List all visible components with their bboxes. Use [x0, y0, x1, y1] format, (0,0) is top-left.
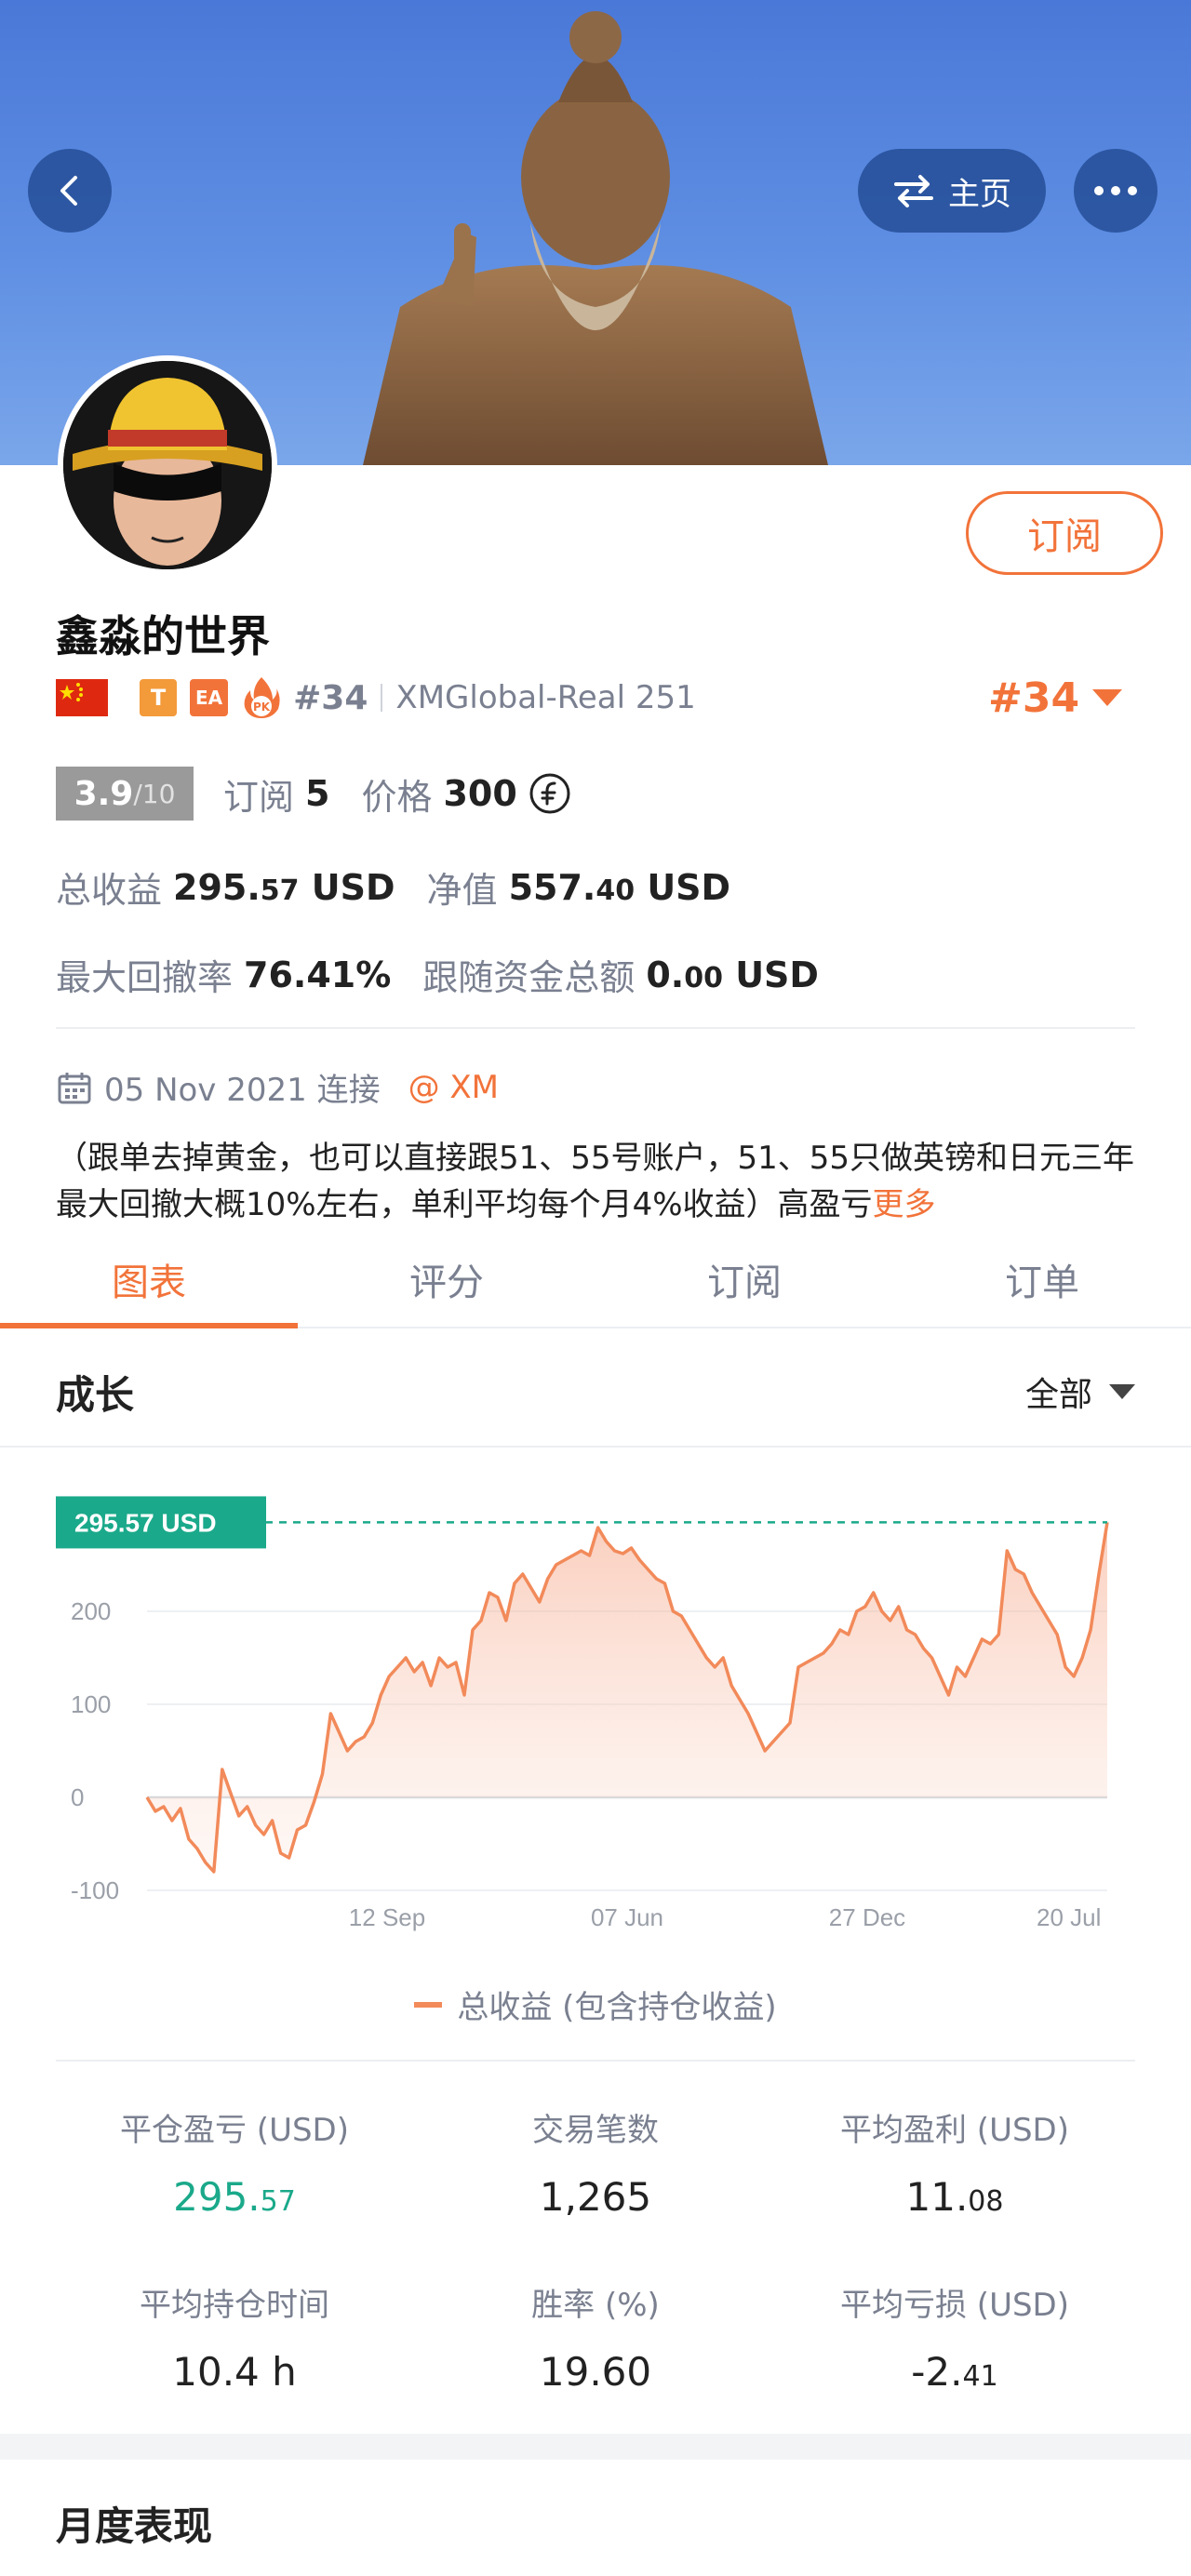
home-button-label: 主页: [948, 175, 1011, 213]
connected-date: 05 Nov 2021 连接: [104, 1072, 381, 1109]
info-divider: [56, 1027, 1135, 1029]
tab-subscription[interactable]: 订阅: [596, 1232, 893, 1327]
tab-bar: 图表 评分 订阅 订单: [0, 1232, 1191, 1328]
metric-value: 295.57: [173, 2174, 296, 2220]
badge-divider: [381, 684, 383, 712]
current-value-tag: 295.57 USD: [56, 1496, 266, 1549]
max-drawdown-label: 最大回撤率: [56, 957, 234, 998]
chart-divider: [56, 2060, 1135, 2062]
current-value-label: 295.57 USD: [74, 1508, 217, 1537]
metric-avg-loss: 平均亏损 (USD) -2.41: [778, 2279, 1131, 2395]
metric-avg-profit: 平均盈利 (USD) 11.08: [778, 2104, 1131, 2220]
metric-value: 1,265: [539, 2174, 652, 2220]
rank-label: #34: [293, 678, 368, 717]
section-separator: [0, 2434, 1191, 2460]
pk-flame-icon: PK: [244, 677, 280, 718]
svg-text:PK: PK: [253, 701, 271, 714]
trader-name: 鑫淼的世界: [56, 611, 270, 661]
growth-title: 成长: [56, 1372, 135, 1418]
tab-chart[interactable]: 图表: [0, 1232, 298, 1328]
equity-label: 净值: [426, 870, 498, 911]
back-button[interactable]: [28, 149, 112, 233]
description-text: （跟单去掉黄金，也可以直接跟51、55号账户，51、55只做英镑和日元三年最大回…: [56, 1140, 1135, 1223]
score-value: 3.9: [74, 774, 134, 813]
equity-value: 557.40 USD: [508, 866, 731, 908]
range-dropdown[interactable]: 全部: [1025, 1368, 1135, 1416]
caret-down-icon: [1109, 1384, 1135, 1399]
coin-icon: [529, 773, 570, 814]
subscriptions-value: 5: [305, 773, 330, 814]
china-flag-icon: [56, 679, 108, 716]
y-tick-label: 100: [71, 1690, 111, 1718]
metric-closed-pnl: 平仓盈亏 (USD) 295.57: [58, 2104, 411, 2220]
swap-arrows-icon: [894, 175, 933, 207]
x-tick-label: 12 Sep: [349, 1903, 425, 1931]
metric-label: 胜率 (%): [531, 2287, 660, 2324]
tab-orders[interactable]: 订单: [893, 1232, 1191, 1327]
more-link[interactable]: 更多: [873, 1186, 936, 1223]
tab-rating[interactable]: 评分: [298, 1232, 596, 1327]
drawdown-row: 最大回撤率 76.41% 跟随资金总额 0.00 USD: [56, 949, 819, 1000]
metric-value: -2.41: [911, 2349, 998, 2395]
ea-badge: EA: [190, 679, 229, 716]
total-profit-label: 总收益: [56, 870, 163, 911]
metric-label: 平均亏损 (USD): [840, 2287, 1069, 2324]
caret-down-icon: [1092, 689, 1123, 706]
metric-win-rate: 胜率 (%) 19.60: [419, 2279, 772, 2395]
rank-dropdown-label: #34: [988, 674, 1080, 722]
avatar-image: [63, 361, 272, 569]
growth-chart[interactable]: 200 100 0 -100 12 Sep 07 Jun 27 Dec 20 Jul 295…: [0, 1448, 1191, 1969]
metric-avg-holding-time: 平均持仓时间 10.4 h: [58, 2279, 411, 2395]
growth-area: [147, 1522, 1107, 1872]
monthly-performance-title: 月度表现: [56, 2503, 213, 2549]
follow-funds-value: 0.00 USD: [646, 954, 819, 995]
metric-value: 19.60: [539, 2349, 652, 2395]
badge-row: T EA PK #34 XMGlobal-Real 251: [56, 672, 696, 724]
y-tick-label: 200: [71, 1597, 111, 1625]
total-profit-value: 295.57 USD: [173, 866, 395, 908]
metric-label: 平均盈利 (USD): [840, 2112, 1069, 2149]
y-tick-label: 0: [71, 1783, 84, 1811]
max-drawdown-value: 76.41%: [244, 954, 392, 995]
score-row: 3.9/10 订阅 5 价格 300: [56, 767, 571, 821]
metric-label: 平均持仓时间: [140, 2287, 329, 2324]
trader-badge: T: [140, 679, 177, 716]
chart-legend: 总收益 (包含持仓收益): [0, 1982, 1191, 2027]
metric-trade-count: 交易笔数 1,265: [419, 2104, 772, 2220]
metric-label: 交易笔数: [532, 2112, 659, 2149]
rank-dropdown[interactable]: #34: [988, 672, 1123, 724]
y-tick-label: -100: [71, 1876, 119, 1904]
follow-funds-label: 跟随资金总额: [422, 957, 636, 998]
avatar[interactable]: [58, 355, 277, 575]
x-tick-label: 07 Jun: [591, 1903, 663, 1931]
growth-header: 成长 全部: [0, 1330, 1191, 1448]
more-dots-icon: [1094, 186, 1137, 195]
range-label: 全部: [1024, 1376, 1092, 1414]
x-tick-label: 20 Jul: [1037, 1903, 1101, 1931]
home-button[interactable]: 主页: [858, 149, 1046, 233]
price-value: 300: [443, 773, 517, 814]
x-tick-label: 27 Dec: [829, 1903, 905, 1931]
subscriptions-label: 订阅: [223, 776, 295, 818]
subscribe-button[interactable]: 订阅: [966, 491, 1163, 575]
score-badge: 3.9/10: [56, 767, 194, 821]
more-options-button[interactable]: [1074, 149, 1158, 233]
price-label: 价格: [361, 776, 433, 818]
profit-row: 总收益 295.57 USD 净值 557.40 USD: [56, 861, 730, 913]
metric-value: 10.4 h: [172, 2349, 297, 2395]
legend-label: 总收益 (包含持仓收益): [457, 1989, 777, 2026]
legend-swatch: [414, 2001, 443, 2008]
metric-value: 11.08: [905, 2174, 1004, 2220]
calendar-icon: [58, 1072, 91, 1103]
description: （跟单去掉黄金，也可以直接跟51、55号账户，51、55只做英镑和日元三年最大回…: [56, 1135, 1144, 1228]
broker-account: XMGlobal-Real 251: [395, 679, 696, 716]
score-max: /10: [133, 778, 176, 809]
broker-link[interactable]: @ XM: [408, 1069, 499, 1106]
chevron-left-icon: [60, 176, 77, 206]
connection-row: 05 Nov 2021 连接 @ XM: [56, 1064, 499, 1110]
metric-label: 平仓盈亏 (USD): [120, 2112, 349, 2149]
